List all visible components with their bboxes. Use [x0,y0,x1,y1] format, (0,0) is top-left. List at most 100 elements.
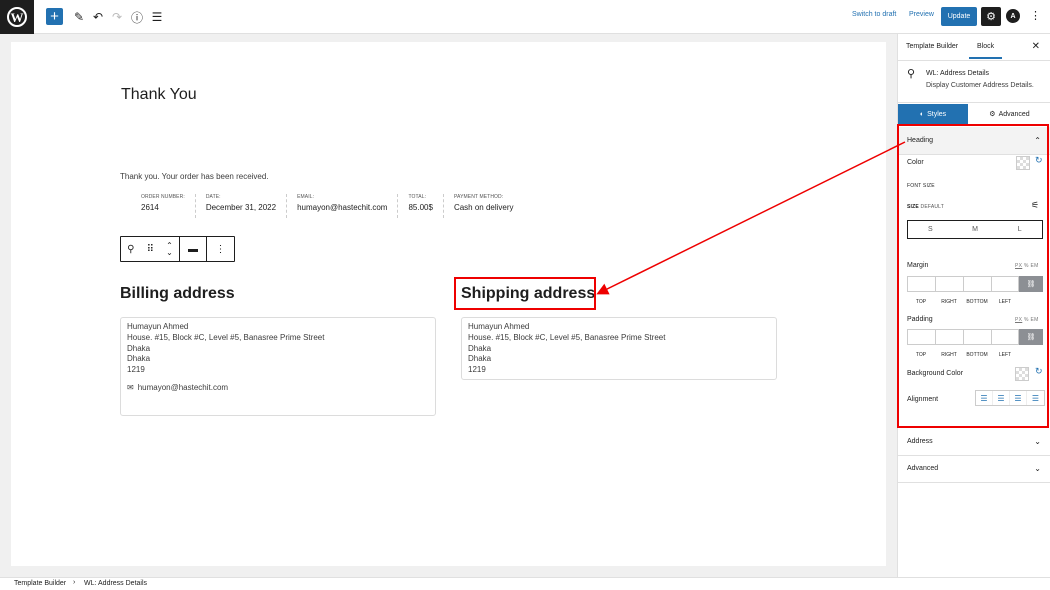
editor-canvas: Thank You Thank you. Your order has been… [11,42,886,566]
address-line: House. #15, Block #C, Level #5, Banasree… [127,332,325,342]
settings-gear-icon[interactable]: ⚙ [981,7,1001,26]
info-icon[interactable]: ⓘ [128,8,146,26]
padding-left-input[interactable] [991,329,1019,345]
page-title[interactable]: Thank You [121,86,197,104]
margin-label: Margin [907,262,929,269]
redo-icon[interactable]: ↷ [108,8,126,26]
margin-side-labels: TOP RIGHT BOTTOM LEFT [907,299,1019,305]
color-label: Color [907,159,924,166]
address-block-icon: ⚲ [907,68,916,80]
tab-block[interactable]: Block [969,43,1003,59]
block-breadcrumb-bar: Template Builder › WL: Address Details [0,577,1050,590]
link-values-icon[interactable]: ⛓ [1019,329,1043,345]
padding-right-input[interactable] [935,329,963,345]
address-panel-toggle[interactable]: Address ⌄ [898,428,1050,456]
add-block-button[interactable]: + [46,8,63,25]
block-toolbar-group: ⚲ ⠿ ⌃ ⌄ [121,237,180,261]
font-size-label: FONT SIZE [907,183,935,189]
order-date-item: DATE: December 31, 2022 [196,194,288,218]
custom-size-icon[interactable]: ⚟ [1031,200,1039,211]
wordpress-logo[interactable]: W [0,0,34,34]
address-line: House. #15, Block #C, Level #5, Banasree… [468,332,666,342]
breadcrumb-address-details[interactable]: WL: Address Details [84,580,147,587]
address-line: Dhaka [468,354,492,364]
margin-right-input[interactable] [935,276,963,292]
overview-value: 2614 [141,203,159,212]
order-overview: ORDER NUMBER: 2614 DATE: December 31, 20… [131,194,524,218]
gear-icon: ⚙ [989,111,996,118]
link-values-icon[interactable]: ⛓ [1019,276,1043,292]
side-label: BOTTOM [966,299,988,305]
align-block-button[interactable]: ▬ [180,237,207,261]
padding-top-input[interactable] [907,329,935,345]
chevron-down-icon: ⌄ [1034,464,1041,473]
billing-address-card[interactable]: Humayun Ahmed House. #15, Block #C, Leve… [120,317,436,416]
align-justify-icon[interactable]: ☰ [1027,391,1044,405]
size-option-l[interactable]: L [997,221,1042,238]
address-line: Humayun Ahmed [127,322,189,331]
side-label: TOP [915,299,927,305]
shipping-heading-highlight [454,277,596,310]
margin-bottom-input[interactable] [963,276,991,292]
address-panel-title: Address [907,438,933,445]
tab-template-builder[interactable]: Template Builder [906,43,958,50]
sidebar-tabs: Template Builder Block ✕ [898,34,1050,61]
size-default-text: DEFAULT [920,204,945,210]
address-line: 1219 [468,365,486,375]
breadcrumb-template-builder[interactable]: Template Builder [14,580,66,587]
heading-panel-toggle[interactable]: Heading ⌃ [898,127,1050,155]
reset-icon[interactable]: ↻ [1035,366,1043,377]
address-line: Dhaka [468,343,492,353]
background-color-swatch[interactable] [1015,367,1029,381]
size-label-text: SIZE [907,204,919,210]
order-number-item: ORDER NUMBER: 2614 [131,194,196,218]
align-center-icon[interactable]: ☰ [993,391,1010,405]
padding-bottom-input[interactable] [963,329,991,345]
update-button[interactable]: Update [941,7,977,26]
size-option-s[interactable]: S [908,221,953,238]
overview-value: Cash on delivery [453,203,514,212]
overview-value: 85.00$ [408,203,433,212]
address-line: Humayun Ahmed [468,322,530,331]
astra-settings-icon[interactable]: A [1006,9,1020,23]
list-view-icon[interactable]: ☰ [148,8,166,26]
tab-advanced[interactable]: ⚙ Advanced [968,104,1050,124]
size-option-m[interactable]: M [953,221,998,238]
pencil-icon[interactable]: ✎ [70,8,88,26]
unit-px[interactable]: PX [1015,317,1022,323]
margin-left-input[interactable] [991,276,1019,292]
advanced-panel-toggle[interactable]: Advanced ⌄ [898,455,1050,483]
address-block-icon[interactable]: ⚲ [124,244,137,255]
align-left-icon[interactable]: ☰ [976,391,993,405]
unit-em[interactable]: EM [1030,263,1038,269]
block-options-button[interactable]: ⋮ [207,237,234,261]
preview-button[interactable]: Preview [909,11,934,18]
unit-percent[interactable]: % [1024,263,1029,269]
margin-top-input[interactable] [907,276,935,292]
switch-to-draft-button[interactable]: Switch to draft [852,11,896,18]
alignment-label: Alignment [907,396,939,403]
undo-icon[interactable]: ↶ [89,8,107,26]
reset-icon[interactable]: ↻ [1035,155,1043,166]
align-right-icon[interactable]: ☰ [1010,391,1027,405]
color-swatch[interactable] [1016,156,1030,170]
padding-inputs: ⛓ [907,329,1043,345]
side-label: BOTTOM [966,352,988,358]
close-icon[interactable]: ✕ [1032,41,1040,52]
background-color-label: Background Color [907,370,964,377]
shipping-address-card[interactable]: Humayun Ahmed House. #15, Block #C, Leve… [461,317,777,380]
chevron-right-icon: › [73,579,76,586]
unit-em[interactable]: EM [1030,317,1038,323]
billing-address-heading[interactable]: Billing address [120,285,235,303]
editor-top-bar: W + ✎ ↶ ↷ ⓘ ☰ Switch to draft Preview Up… [0,0,1050,34]
unit-px[interactable]: PX [1015,263,1022,269]
more-options-icon[interactable]: ⋮ [1030,9,1041,22]
drag-handle-icon[interactable]: ⠿ [144,244,157,255]
move-up-down-icon[interactable]: ⌃ ⌄ [163,242,176,257]
tab-styles[interactable]: ◐ Styles [898,104,968,124]
overview-value: December 31, 2022 [205,203,277,212]
side-label: RIGHT [941,352,957,358]
unit-percent[interactable]: % [1024,317,1029,323]
side-label: LEFT [998,352,1012,358]
address-line: Dhaka [127,354,151,364]
